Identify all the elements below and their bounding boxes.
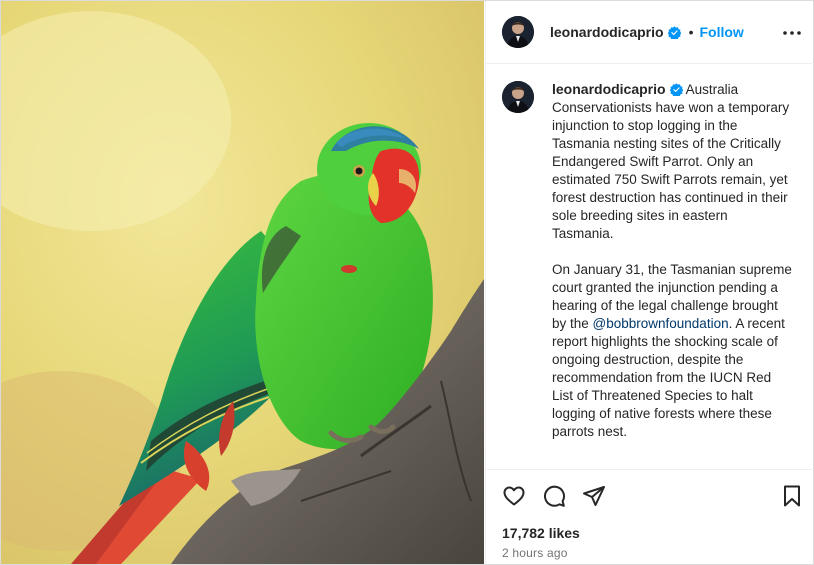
avatar-image [502, 16, 534, 48]
more-options-button[interactable] [780, 21, 804, 45]
caption-body-2b: . A recent report highlights the shockin… [552, 316, 785, 439]
username-link[interactable]: leonardodicaprio [550, 24, 664, 40]
avatar-image [502, 81, 534, 113]
caption-text: leonardodicaprio Australia Conservationi… [552, 80, 792, 459]
caption-paragraph-1: leonardodicaprio Australia Conservationi… [552, 80, 792, 243]
caption-paragraph-2: On January 31, the Tasmanian supreme cou… [552, 261, 792, 441]
follow-button[interactable]: Follow [699, 24, 743, 40]
share-icon[interactable] [582, 484, 606, 508]
avatar[interactable] [502, 16, 534, 48]
post-actions-section: 17,782 likes 2 hours ago [486, 469, 814, 565]
caption-area[interactable]: leonardodicaprio Australia Conservationi… [486, 64, 814, 468]
instagram-post: leonardodicaprio • Follow leonardodicapr… [0, 0, 814, 565]
post-photo[interactable] [1, 1, 484, 564]
action-bar [502, 484, 606, 508]
post-header: leonardodicaprio • Follow [486, 1, 814, 64]
comment-icon[interactable] [542, 484, 566, 508]
post-side-panel: leonardodicaprio • Follow leonardodicapr… [485, 1, 814, 564]
bookmark-icon[interactable] [780, 484, 804, 508]
post-timestamp[interactable]: 2 hours ago [502, 546, 568, 560]
heart-icon[interactable] [502, 484, 526, 508]
swift-parrot-image [1, 1, 484, 564]
caption-username-link[interactable]: leonardodicaprio [552, 81, 666, 97]
caption-avatar[interactable] [502, 81, 534, 113]
caption-row: leonardodicaprio Australia Conservationi… [486, 64, 814, 459]
mention-link[interactable]: @bobbrownfoundation [593, 316, 729, 331]
more-options-icon [783, 31, 801, 35]
caption-body-1: Australia Conservationists have won a te… [552, 82, 790, 241]
verified-badge-icon [667, 25, 681, 39]
verified-badge-icon [669, 83, 683, 96]
separator-dot: • [688, 24, 694, 40]
like-count[interactable]: 17,782 likes [502, 525, 580, 541]
